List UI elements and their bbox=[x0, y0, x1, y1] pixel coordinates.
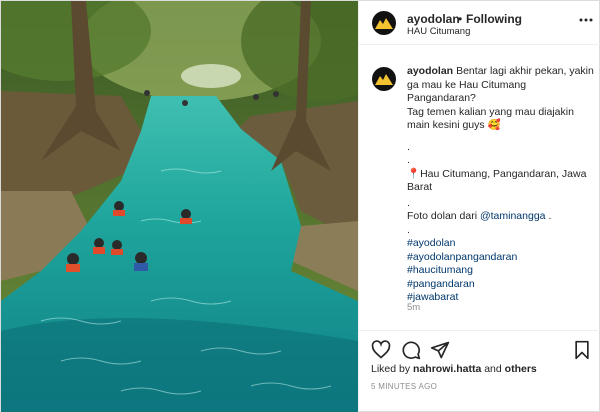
bookmark-icon[interactable] bbox=[572, 340, 592, 360]
caption-dot: . bbox=[407, 140, 410, 153]
credit-mention-link[interactable]: @taminangga bbox=[480, 210, 546, 222]
post-timestamp[interactable]: 5 MINUTES AGO bbox=[371, 382, 437, 391]
others-link[interactable]: others bbox=[505, 363, 537, 375]
credit-prefix: Foto dolan dari bbox=[407, 210, 478, 222]
hashtag-link[interactable]: #haucitumang bbox=[407, 264, 595, 278]
caption-dot: . bbox=[407, 154, 410, 166]
ayodolan-logo-icon bbox=[375, 18, 393, 29]
ayodolan-logo-icon bbox=[375, 74, 393, 85]
share-icon[interactable] bbox=[430, 340, 450, 360]
river-photo-image bbox=[1, 1, 358, 412]
more-horizontal-icon[interactable] bbox=[579, 13, 593, 27]
likes-summary: Liked by nahrowi.hatta and others bbox=[371, 363, 537, 375]
post-sidebar: ayodolan • Following HAU Citumang ayodol… bbox=[358, 1, 600, 412]
comment-icon[interactable] bbox=[401, 340, 421, 360]
hashtag-link[interactable]: #jawabarat bbox=[407, 291, 595, 305]
liker-link[interactable]: nahrowi.hatta bbox=[413, 363, 481, 375]
caption-author-link[interactable]: ayodolan bbox=[407, 65, 453, 77]
post-header: ayodolan • Following HAU Citumang bbox=[359, 1, 600, 45]
username-link[interactable]: ayodolan bbox=[407, 12, 460, 26]
heart-icon[interactable] bbox=[371, 340, 391, 360]
hashtag-link[interactable]: #ayodolanpangandaran bbox=[407, 251, 595, 265]
post-photo[interactable] bbox=[1, 1, 358, 412]
caption-section: ayodolan Bentar lagi akhir pekan, yakin g… bbox=[359, 45, 600, 330]
hashtag-link[interactable]: #ayodolan bbox=[407, 237, 595, 251]
caption-dot: . bbox=[407, 223, 410, 236]
hashtag-link[interactable]: #pangandaran bbox=[407, 278, 595, 292]
likes-and: and bbox=[484, 363, 502, 375]
instagram-post: ayodolan • Following HAU Citumang ayodol… bbox=[0, 0, 600, 412]
location-link[interactable]: HAU Citumang bbox=[407, 26, 470, 37]
caption-avatar[interactable] bbox=[372, 67, 396, 91]
separator-dot: • bbox=[458, 12, 463, 26]
likes-prefix: Liked by bbox=[371, 363, 411, 375]
caption-text: ayodolan Bentar lagi akhir pekan, yakin g… bbox=[407, 65, 595, 305]
caption-location-line: 📍Hau Citumang, Pangandaran, Jawa Barat bbox=[407, 167, 587, 194]
caption-age: 5m bbox=[407, 302, 421, 313]
avatar[interactable] bbox=[372, 11, 396, 35]
following-button[interactable]: Following bbox=[466, 12, 522, 26]
caption-dot: . bbox=[407, 196, 410, 209]
caption-line-2: Tag temen kalian yang mau diajakin main … bbox=[407, 105, 574, 132]
credit-suffix: . bbox=[548, 210, 552, 222]
